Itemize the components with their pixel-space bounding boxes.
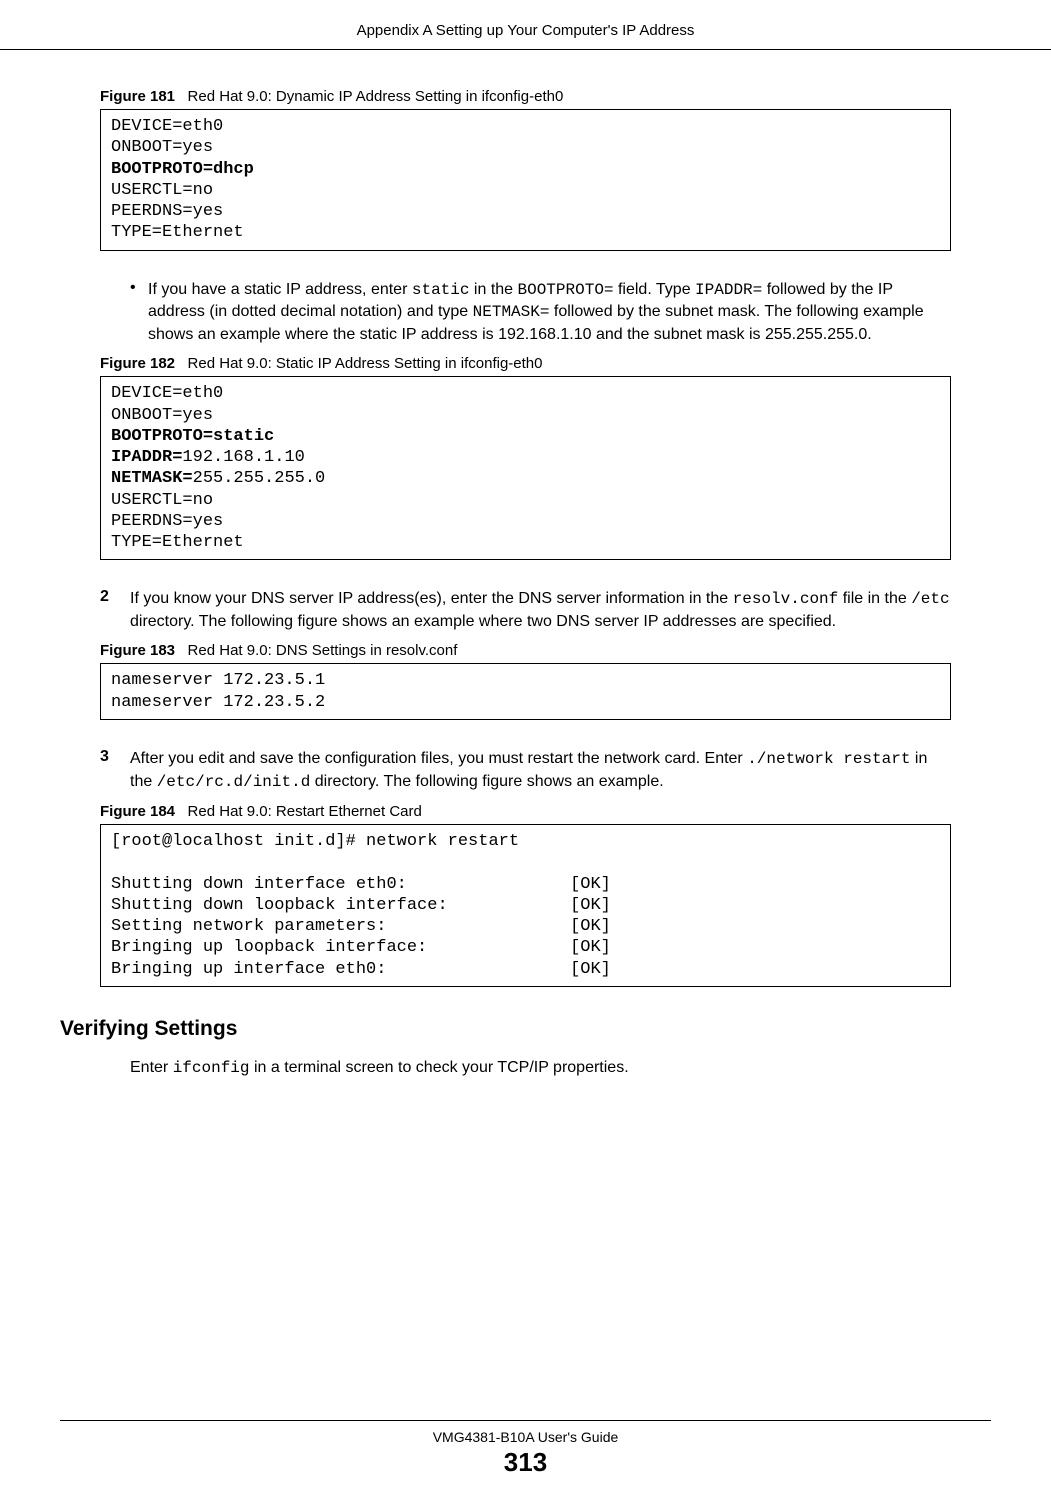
- figure-183-title: Red Hat 9.0: DNS Settings in resolv.conf: [188, 642, 458, 659]
- code-line: TYPE=Ethernet: [111, 533, 244, 552]
- step-3-text: After you edit and save the configuratio…: [130, 748, 951, 793]
- figure-183-code: nameserver 172.23.5.1 nameserver 172.23.…: [100, 663, 951, 720]
- figure-182-caption: Figure 182 Red Hat 9.0: Static IP Addres…: [100, 355, 951, 372]
- text: directory. The following figure shows an…: [130, 613, 836, 630]
- text: If you know your DNS server IP address(e…: [130, 590, 733, 607]
- code-line: Shutting down loopback interface: [OK]: [111, 896, 611, 915]
- bullet-marker: •: [130, 279, 148, 346]
- code-inline: ./network restart: [747, 750, 910, 768]
- step-2-text: If you know your DNS server IP address(e…: [130, 588, 951, 632]
- code-line: Bringing up loopback interface: [OK]: [111, 938, 611, 957]
- footer-guide-name: VMG4381-B10A User's Guide: [0, 1429, 1051, 1445]
- figure-181-title: Red Hat 9.0: Dynamic IP Address Setting …: [188, 88, 564, 105]
- code-line: TYPE=Ethernet: [111, 223, 244, 242]
- text: in the: [469, 281, 517, 298]
- figure-181-caption: Figure 181 Red Hat 9.0: Dynamic IP Addre…: [100, 88, 951, 105]
- verifying-settings-text: Enter ifconfig in a terminal screen to c…: [130, 1059, 951, 1077]
- code-line: [root@localhost init.d]# network restart: [111, 832, 519, 851]
- code-line: Bringing up interface eth0: [OK]: [111, 960, 611, 979]
- figure-182-title: Red Hat 9.0: Static IP Address Setting i…: [188, 355, 543, 372]
- text: in a terminal screen to check your TCP/I…: [250, 1059, 629, 1076]
- code-line: BOOTPROTO=static: [111, 427, 274, 446]
- code-line: Setting network parameters: [OK]: [111, 917, 611, 936]
- footer-page-number: 313: [0, 1447, 1051, 1478]
- figure-181-num: Figure 181: [100, 88, 175, 105]
- page-footer: VMG4381-B10A User's Guide 313: [0, 1420, 1051, 1478]
- figure-182-code: DEVICE=eth0 ONBOOT=yes BOOTPROTO=static …: [100, 376, 951, 560]
- code-inline: resolv.conf: [733, 590, 839, 608]
- text: Enter: [130, 1059, 173, 1076]
- step-3: 3 After you edit and save the configurat…: [100, 748, 951, 793]
- code-inline: /etc: [911, 590, 949, 608]
- code-line: 192.168.1.10: [182, 448, 304, 467]
- code-line: NETMASK=: [111, 469, 193, 488]
- code-line: USERCTL=no: [111, 491, 213, 510]
- text: file in the: [838, 590, 911, 607]
- code-line: ONBOOT=yes: [111, 138, 213, 157]
- step-3-num: 3: [100, 748, 130, 793]
- bullet-static-ip: • If you have a static IP address, enter…: [130, 279, 951, 346]
- code-inline: static: [412, 281, 470, 299]
- code-inline: /etc/rc.d/init.d: [157, 773, 311, 791]
- header-title: Appendix A Setting up Your Computer's IP…: [0, 0, 1051, 39]
- text: After you edit and save the configuratio…: [130, 750, 747, 767]
- page-content: Figure 181 Red Hat 9.0: Dynamic IP Addre…: [0, 50, 1051, 1077]
- code-line: PEERDNS=yes: [111, 202, 223, 221]
- verifying-settings-heading: Verifying Settings: [60, 1017, 951, 1041]
- text: directory. The following figure shows an…: [310, 773, 663, 790]
- code-inline: NETMASK=: [473, 303, 550, 321]
- figure-183-num: Figure 183: [100, 642, 175, 659]
- code-line: DEVICE=eth0: [111, 117, 223, 136]
- code-inline: ifconfig: [173, 1059, 250, 1077]
- footer-rule: [60, 1420, 991, 1421]
- code-line: nameserver 172.23.5.1: [111, 671, 325, 690]
- code-line: 255.255.255.0: [193, 469, 326, 488]
- code-line: Shutting down interface eth0: [OK]: [111, 875, 611, 894]
- figure-183-caption: Figure 183 Red Hat 9.0: DNS Settings in …: [100, 642, 951, 659]
- code-inline: IPADDR=: [695, 281, 762, 299]
- figure-184-num: Figure 184: [100, 803, 175, 820]
- code-line: ONBOOT=yes: [111, 406, 213, 425]
- code-inline: BOOTPROTO=: [518, 281, 614, 299]
- figure-182-num: Figure 182: [100, 355, 175, 372]
- text: If you have a static IP address, enter: [148, 281, 412, 298]
- figure-184-code: [root@localhost init.d]# network restart…: [100, 824, 951, 987]
- code-line: BOOTPROTO=dhcp: [111, 160, 254, 179]
- step-2-num: 2: [100, 588, 130, 632]
- figure-181-code: DEVICE=eth0 ONBOOT=yes BOOTPROTO=dhcp US…: [100, 109, 951, 251]
- step-2: 2 If you know your DNS server IP address…: [100, 588, 951, 632]
- code-line: IPADDR=: [111, 448, 182, 467]
- bullet-text: If you have a static IP address, enter s…: [148, 279, 951, 346]
- figure-184-title: Red Hat 9.0: Restart Ethernet Card: [188, 803, 422, 820]
- text: field. Type: [614, 281, 696, 298]
- code-line: nameserver 172.23.5.2: [111, 693, 325, 712]
- code-line: USERCTL=no: [111, 181, 213, 200]
- code-line: DEVICE=eth0: [111, 384, 223, 403]
- code-line: PEERDNS=yes: [111, 512, 223, 531]
- figure-184-caption: Figure 184 Red Hat 9.0: Restart Ethernet…: [100, 803, 951, 820]
